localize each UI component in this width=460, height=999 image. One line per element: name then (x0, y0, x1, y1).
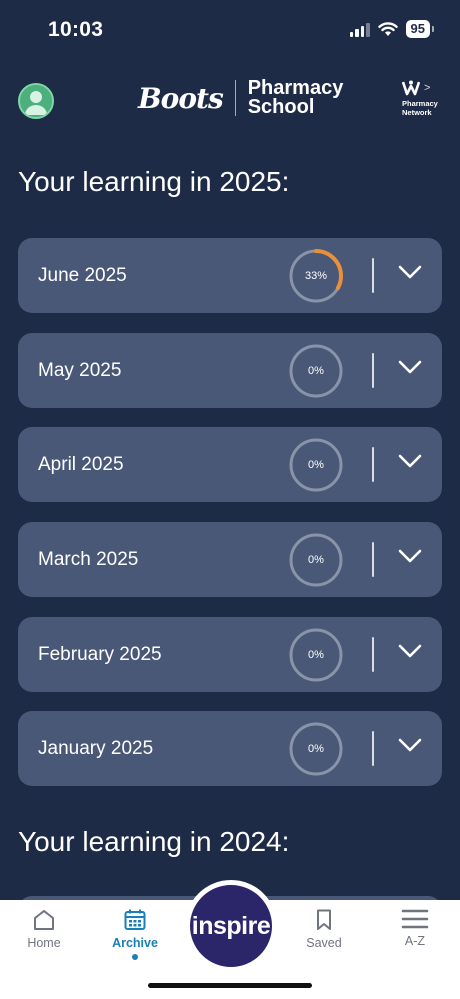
progress-ring: 0% (288, 437, 344, 493)
progress-percent: 0% (308, 459, 324, 471)
month-label: March 2025 (38, 549, 139, 570)
calendar-icon (124, 909, 146, 930)
signal-icon (349, 22, 370, 37)
nav-home[interactable]: Home (9, 908, 79, 950)
section-title-2024: Your learning in 2024: (18, 826, 290, 857)
wifi-icon (377, 21, 398, 36)
card-divider (372, 353, 374, 388)
progress-percent: 33% (304, 270, 328, 282)
progress-percent: 0% (308, 365, 324, 377)
month-card[interactable]: May 2025 0% (18, 333, 442, 408)
network-logo-icon (402, 80, 420, 96)
progress-ring: 0% (288, 721, 344, 777)
chevron-down-icon[interactable] (398, 264, 422, 280)
progress-ring: 0% (288, 343, 344, 399)
progress-percent: 0% (308, 743, 324, 755)
card-divider (372, 731, 374, 766)
progress-percent: 0% (308, 554, 324, 566)
month-card[interactable]: March 2025 0% (18, 522, 442, 597)
month-card[interactable]: June 2025 33% (18, 238, 442, 313)
inspire-button[interactable]: inspire (185, 880, 277, 972)
brand-divider (234, 80, 236, 116)
month-card[interactable]: February 2025 0% (18, 617, 442, 692)
chevron-down-icon[interactable] (398, 643, 422, 659)
month-label: February 2025 (38, 644, 162, 665)
progress-percent: 0% (308, 649, 324, 661)
month-label: June 2025 (38, 265, 127, 286)
chevron-down-icon[interactable] (398, 737, 422, 753)
brand-logo: Boots Pharmacy School (138, 78, 344, 118)
chevron-down-icon[interactable] (398, 453, 422, 469)
network-chevron-icon: > (424, 82, 431, 94)
status-icons: 95 (349, 20, 435, 38)
nav-az-label: A-Z (404, 934, 426, 948)
progress-ring: 0% (288, 627, 344, 683)
nav-archive-label: Archive (112, 936, 158, 950)
home-indicator (148, 983, 312, 988)
card-divider (372, 542, 374, 577)
card-divider (372, 447, 374, 482)
chevron-down-icon[interactable] (398, 548, 422, 564)
progress-ring: 33% (288, 248, 344, 304)
month-label: May 2025 (38, 360, 122, 381)
brand-name: Boots (138, 81, 224, 115)
card-divider (372, 258, 374, 293)
battery-icon: 95 (405, 20, 435, 38)
card-divider (372, 637, 374, 672)
brand-product: Pharmacy School (247, 78, 344, 118)
nav-home-label: Home (27, 936, 61, 950)
avatar[interactable] (18, 83, 54, 119)
month-label: January 2025 (38, 738, 154, 759)
nav-saved-label: Saved (306, 936, 342, 950)
pharmacy-network-link[interactable]: > Pharmacy Network (402, 79, 442, 117)
home-icon (34, 910, 54, 930)
bookmark-icon (317, 909, 331, 930)
nav-archive[interactable]: Archive (100, 908, 170, 960)
app-header: Boots Pharmacy School > Pharmacy Network (0, 75, 460, 125)
status-time: 10:03 (48, 18, 104, 41)
network-label-line1: Pharmacy (402, 99, 438, 108)
nav-saved[interactable]: Saved (289, 908, 359, 950)
section-title-2025: Your learning in 2025: (18, 166, 290, 197)
month-card[interactable]: January 2025 0% (18, 711, 442, 786)
status-bar: 10:03 95 (0, 0, 460, 60)
month-label: April 2025 (38, 454, 124, 475)
active-indicator (132, 954, 138, 960)
list-icon (401, 909, 429, 929)
month-card[interactable]: April 2025 0% (18, 427, 442, 502)
chevron-down-icon[interactable] (398, 359, 422, 375)
network-label-line2: Network (402, 108, 432, 117)
nav-az[interactable]: A-Z (380, 908, 450, 948)
avatar-icon (25, 91, 47, 115)
brand-product-line2: School (247, 96, 315, 118)
progress-ring: 0% (288, 532, 344, 588)
